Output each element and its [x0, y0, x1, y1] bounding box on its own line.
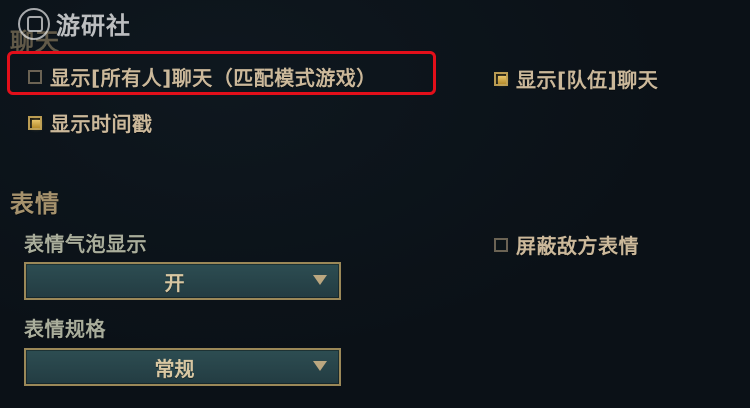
watermark-text: 游研社 — [56, 12, 131, 40]
show-all-chat-row[interactable]: 显示[所有人]聊天（匹配模式游戏） — [28, 62, 377, 91]
show-timestamps-label: 显示时间戳 — [50, 112, 153, 136]
show-timestamps-row[interactable]: 显示时间戳 — [28, 108, 153, 137]
mute-enemy-emotes-label: 屏蔽敌方表情 — [516, 234, 639, 258]
chevron-down-icon — [313, 361, 327, 371]
emote-bubble-value: 开 — [164, 270, 185, 295]
emote-size-dropdown[interactable]: 常规 — [24, 348, 341, 386]
watermark-logo-icon — [18, 7, 50, 40]
show-all-chat-label: 显示[所有人]聊天（匹配模式游戏） — [50, 66, 377, 90]
chevron-down-icon — [313, 275, 327, 285]
watermark: 游研社 — [18, 6, 131, 41]
emote-size-value: 常规 — [154, 356, 195, 381]
show-team-chat-checkbox[interactable] — [494, 71, 508, 86]
emote-bubble-dropdown[interactable]: 开 — [24, 262, 341, 300]
show-team-chat-label: 显示[队伍]聊天 — [516, 68, 659, 92]
mute-enemy-emotes-checkbox[interactable] — [494, 237, 508, 252]
show-team-chat-row[interactable]: 显示[队伍]聊天 — [494, 64, 658, 93]
settings-panel: 聊天 游研社 显示[所有人]聊天（匹配模式游戏） 显示[队伍]聊天 显示时间戳 … — [0, 0, 750, 408]
show-all-chat-checkbox[interactable] — [28, 69, 42, 84]
emotes-section-title: 表情 — [10, 190, 60, 218]
mute-enemy-emotes-row[interactable]: 屏蔽敌方表情 — [494, 230, 639, 259]
emote-size-label: 表情规格 — [24, 317, 106, 341]
show-timestamps-checkbox[interactable] — [28, 115, 42, 130]
emote-bubble-label: 表情气泡显示 — [24, 232, 147, 256]
